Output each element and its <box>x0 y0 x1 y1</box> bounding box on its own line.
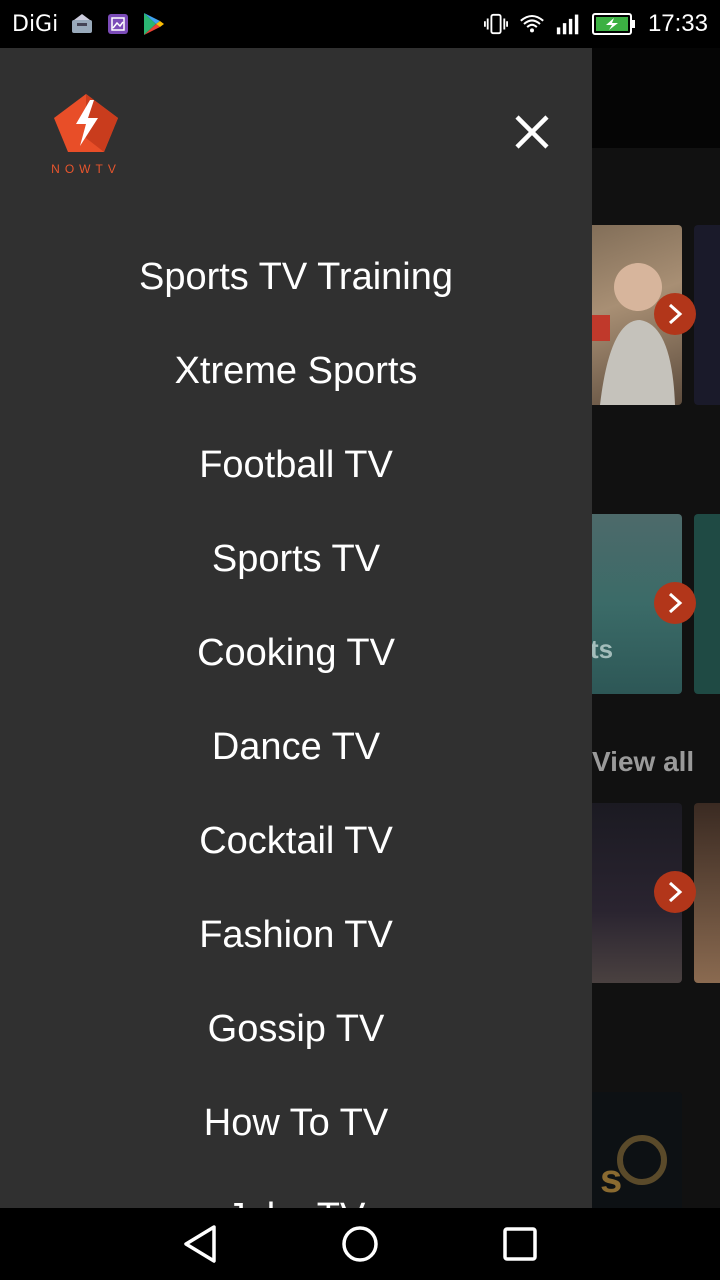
logo-icon <box>54 94 118 152</box>
wifi-icon <box>520 12 544 36</box>
signal-icon <box>556 12 580 36</box>
menu-item-how-to-tv[interactable]: How To TV <box>0 1076 592 1170</box>
menu-item-cocktail-tv[interactable]: Cocktail TV <box>0 794 592 888</box>
chevron-right-icon[interactable] <box>654 293 696 335</box>
navigation-drawer: NOWTV Sports TV Training Xtreme Sports F… <box>0 48 592 1208</box>
recents-icon <box>503 1227 537 1261</box>
menu-item-gossip-tv[interactable]: Gossip TV <box>0 982 592 1076</box>
mail-icon <box>70 12 94 36</box>
status-bar: DiGi 17:33 <box>0 0 720 48</box>
home-icon <box>342 1226 378 1262</box>
menu-item-fashion-tv[interactable]: Fashion TV <box>0 888 592 982</box>
thumbnail[interactable] <box>694 803 720 983</box>
drawer-menu: Sports TV Training Xtreme Sports Footbal… <box>0 230 592 1209</box>
chevron-right-icon[interactable] <box>654 871 696 913</box>
play-store-icon <box>142 12 166 36</box>
thumbnail-caption: ts <box>590 634 614 664</box>
thumbnail[interactable] <box>694 225 720 405</box>
view-all-link[interactable]: View all <box>592 746 694 778</box>
svg-text:s: s <box>600 1157 622 1201</box>
status-left: DiGi <box>12 12 166 37</box>
menu-item-juke-tv[interactable]: Juke TV <box>0 1170 592 1209</box>
menu-item-dance-tv[interactable]: Dance TV <box>0 700 592 794</box>
menu-item-sports-tv-training[interactable]: Sports TV Training <box>0 230 592 324</box>
close-button[interactable] <box>508 108 556 156</box>
thumbnail[interactable] <box>694 514 720 694</box>
clock: 17:33 <box>647 10 708 37</box>
battery-charging-icon <box>591 12 636 36</box>
carrier-name: DiGi <box>12 11 59 37</box>
menu-item-xtreme-sports[interactable]: Xtreme Sports <box>0 324 592 418</box>
menu-item-football-tv[interactable]: Football TV <box>0 418 592 512</box>
logo-text: NOWTV <box>51 162 121 176</box>
close-icon <box>515 115 549 149</box>
back-icon <box>184 1225 216 1263</box>
menu-item-cooking-tv[interactable]: Cooking TV <box>0 606 592 700</box>
vibrate-icon <box>483 12 508 36</box>
chevron-right-icon[interactable] <box>654 582 696 624</box>
menu-item-sports-tv[interactable]: Sports TV <box>0 512 592 606</box>
nowtv-logo[interactable]: NOWTV <box>46 88 128 178</box>
system-nav-bar <box>0 1208 720 1280</box>
home-button[interactable] <box>336 1220 384 1268</box>
status-right: 17:33 <box>483 10 708 38</box>
back-button[interactable] <box>176 1220 224 1268</box>
recents-button[interactable] <box>496 1220 544 1268</box>
gallery-icon <box>106 12 130 36</box>
